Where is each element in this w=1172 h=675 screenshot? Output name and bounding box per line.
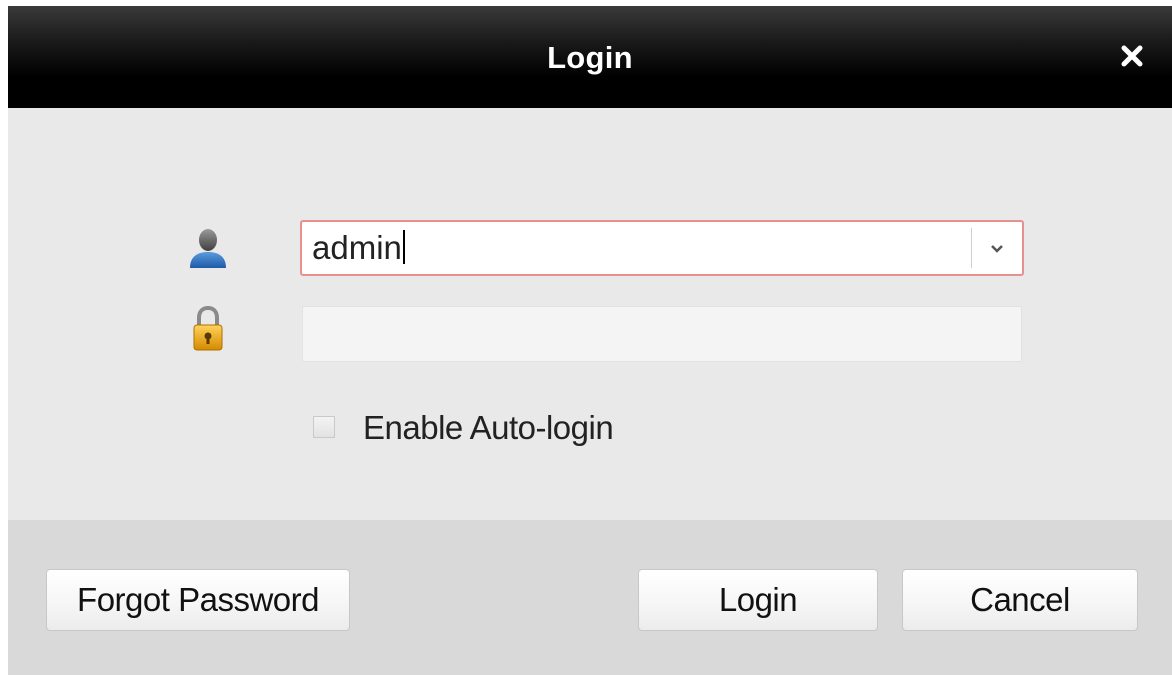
login-dialog: Login admin Enable Auto-login Forgot Pas… [8, 6, 1172, 675]
username-combobox[interactable]: admin [300, 220, 1024, 276]
close-button[interactable] [1116, 40, 1148, 72]
lock-icon [193, 306, 223, 351]
form-area: admin Enable Auto-login [8, 108, 1172, 520]
auto-login-label[interactable]: Enable Auto-login [363, 406, 614, 450]
chevron-down-icon [991, 245, 1003, 253]
login-button[interactable]: Login [638, 569, 878, 631]
password-input[interactable] [302, 306, 1022, 362]
forgot-password-button[interactable]: Forgot Password [46, 569, 350, 631]
text-caret [402, 230, 405, 265]
username-value: admin [312, 229, 402, 266]
user-icon [190, 229, 226, 268]
title-bar[interactable]: Login [8, 6, 1172, 108]
dialog-title: Login [547, 40, 633, 75]
close-icon [1121, 45, 1143, 67]
username-input[interactable]: admin [312, 222, 405, 274]
cancel-button[interactable]: Cancel [902, 569, 1138, 631]
username-dropdown-button[interactable] [972, 222, 1022, 274]
auto-login-checkbox[interactable] [313, 416, 335, 438]
